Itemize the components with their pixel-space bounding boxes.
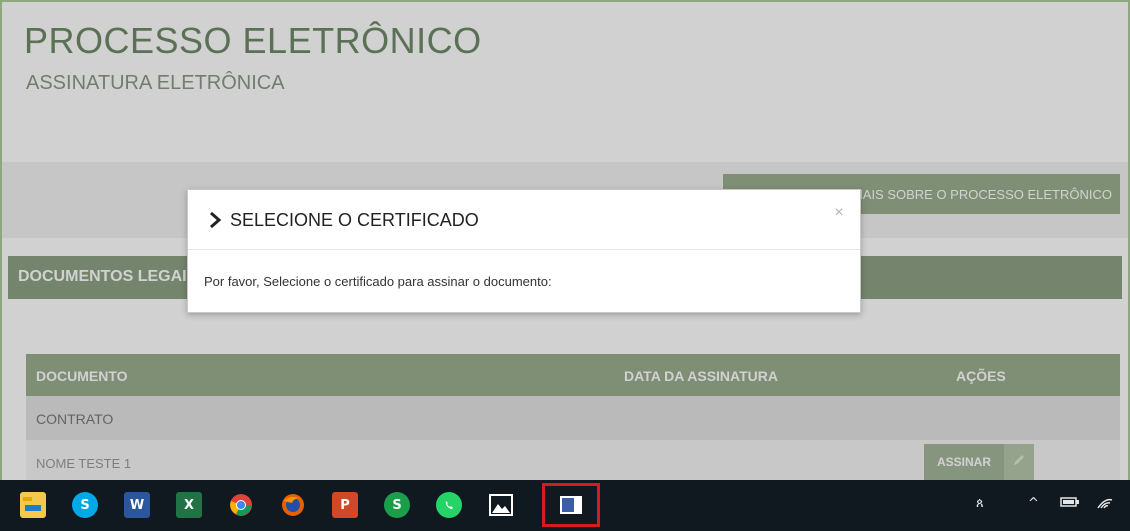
skype-business-icon[interactable]: S [384, 492, 410, 518]
excel-icon[interactable]: X [176, 492, 202, 518]
file-explorer-icon[interactable] [20, 492, 46, 518]
close-icon[interactable]: × [830, 204, 848, 222]
whatsapp-icon[interactable] [436, 492, 462, 518]
active-app-icon[interactable] [558, 492, 584, 518]
battery-icon[interactable] [1060, 496, 1080, 512]
wifi-icon[interactable] [1096, 496, 1114, 514]
skype-icon[interactable]: S [72, 492, 98, 518]
modal-message: Por favor, Selecione o certificado para … [204, 274, 552, 289]
modal-header: SELECIONE O CERTIFICADO × [188, 190, 860, 250]
modal-title: SELECIONE O CERTIFICADO [230, 210, 479, 230]
taskbar: S W X P S ጰ ^ [0, 480, 1130, 531]
chrome-icon[interactable] [228, 492, 254, 518]
people-icon[interactable]: ጰ [976, 496, 984, 511]
chevron-up-icon[interactable]: ^ [1028, 496, 1039, 511]
certificate-modal: SELECIONE O CERTIFICADO × Por favor, Sel… [187, 189, 861, 313]
photos-icon[interactable] [488, 492, 514, 518]
firefox-icon[interactable] [280, 492, 306, 518]
word-icon[interactable]: W [124, 492, 150, 518]
powerpoint-icon[interactable]: P [332, 492, 358, 518]
chevron-right-icon [208, 210, 224, 230]
